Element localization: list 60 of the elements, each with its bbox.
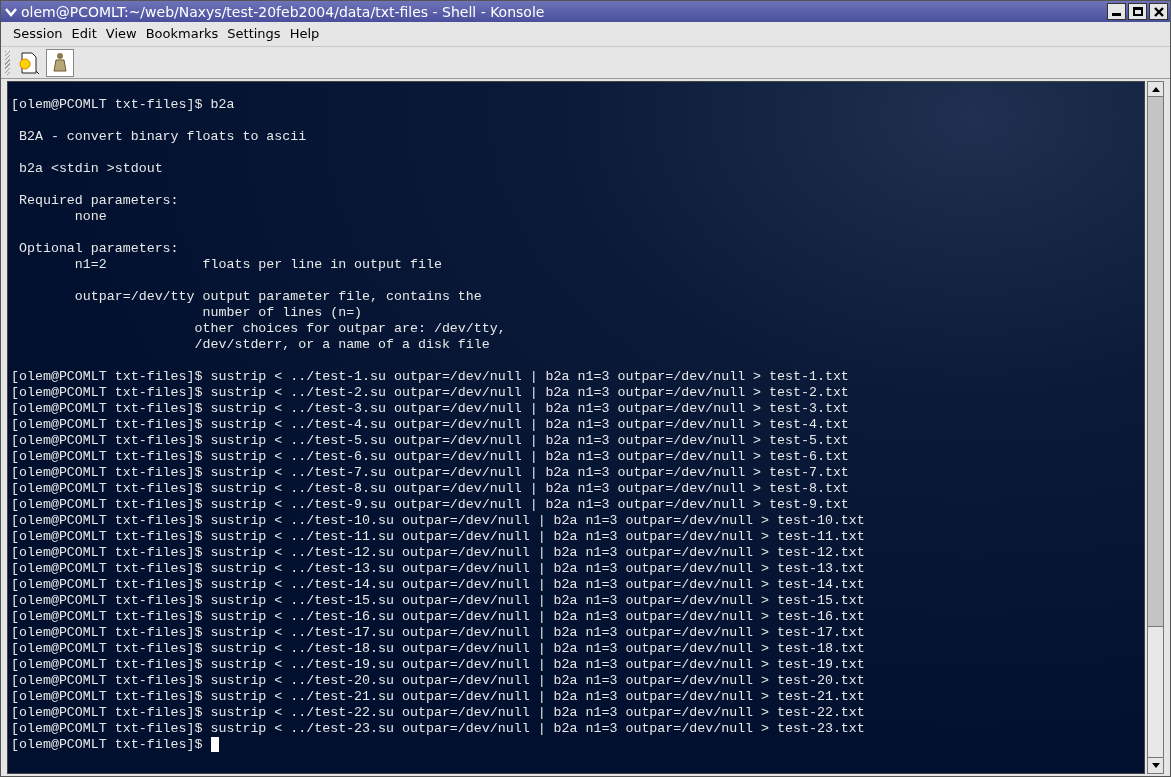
minimize-icon — [1112, 13, 1121, 16]
document-star-icon — [16, 50, 40, 75]
terminal-line: [olem@PCOMLT txt-files]$ sustrip < ../test-3.su outpar=/dev/null | b2a n1=3 outpar=/dev/null > test-3.txt — [11, 401, 849, 417]
terminal-line: [olem@PCOMLT txt-files]$ — [11, 737, 203, 753]
close-icon — [1153, 6, 1164, 17]
menu-item[interactable]: Bookmarks — [141, 22, 223, 46]
toolbar-grip — [5, 50, 10, 75]
terminal-line: [olem@PCOMLT txt-files]$ sustrip < ../test-8.su outpar=/dev/null | b2a n1=3 outpar=/dev/null > test-8.txt — [11, 481, 849, 497]
terminal-line: [olem@PCOMLT txt-files]$ sustrip < ../test-15.su outpar=/dev/null | b2a n1=3 outpar=/dev/null > test-15.txt — [11, 593, 865, 609]
terminal-line: [olem@PCOMLT txt-files]$ sustrip < ../test-11.su outpar=/dev/null | b2a n1=3 outpar=/dev/null > test-11.txt — [11, 529, 865, 545]
terminal-line: [olem@PCOMLT txt-files]$ sustrip < ../test-13.su outpar=/dev/null | b2a n1=3 outpar=/dev/null > test-13.txt — [11, 561, 865, 577]
terminal-line: b2a <stdin >stdout — [17, 161, 163, 177]
scroll-up-button[interactable] — [1148, 82, 1163, 97]
close-button[interactable] — [1149, 3, 1168, 20]
menu-item[interactable]: Settings — [223, 22, 285, 46]
bell-icon — [51, 51, 69, 74]
scrollbar[interactable] — [1147, 81, 1164, 774]
terminal-line: [olem@PCOMLT txt-files]$ b2a — [11, 97, 235, 113]
up-arrow-icon — [1151, 86, 1160, 92]
terminal-area[interactable] — [7, 81, 1145, 774]
terminal-line: [olem@PCOMLT txt-files]$ sustrip < ../test-10.su outpar=/dev/null | b2a n1=3 outpar=/dev/null > test-10.txt — [11, 513, 865, 529]
terminal-line: B2A - convert binary floats to ascii — [17, 129, 307, 145]
terminal-line: [olem@PCOMLT txt-files]$ sustrip < ../test-2.su outpar=/dev/null | b2a n1=3 outpar=/dev/null > test-2.txt — [11, 385, 849, 401]
scroll-down-button[interactable] — [1148, 758, 1163, 773]
terminal-line: none — [73, 209, 107, 225]
menu-item[interactable]: Help — [285, 22, 324, 46]
terminal-line: [olem@PCOMLT txt-files]$ sustrip < ../test-21.su outpar=/dev/null | b2a n1=3 outpar=/dev/null > test-21.txt — [11, 689, 865, 705]
terminal-line: [olem@PCOMLT txt-files]$ sustrip < ../test-18.su outpar=/dev/null | b2a n1=3 outpar=/dev/null > test-18.txt — [11, 641, 865, 657]
terminal-line: [olem@PCOMLT txt-files]$ sustrip < ../test-19.su outpar=/dev/null | b2a n1=3 outpar=/dev/null > test-19.txt — [11, 657, 865, 673]
bell-button[interactable] — [46, 48, 74, 77]
terminal-line: [olem@PCOMLT txt-files]$ sustrip < ../test-4.su outpar=/dev/null | b2a n1=3 outpar=/dev/null > test-4.txt — [11, 417, 849, 433]
terminal-line: [olem@PCOMLT txt-files]$ sustrip < ../test-5.su outpar=/dev/null | b2a n1=3 outpar=/dev/null > test-5.txt — [11, 433, 849, 449]
terminal-line: [olem@PCOMLT txt-files]$ sustrip < ../test-9.su outpar=/dev/null | b2a n1=3 outpar=/dev/null > test-9.txt — [11, 497, 849, 513]
terminal-line: Required parameters: — [17, 193, 179, 209]
terminal-line: [olem@PCOMLT txt-files]$ sustrip < ../test-12.su outpar=/dev/null | b2a n1=3 outpar=/dev/null > test-12.txt — [11, 545, 865, 561]
menu-item[interactable]: Session — [9, 22, 67, 46]
terminal-line: /dev/stderr, or a name of a disk file — [193, 337, 490, 353]
terminal-line: [olem@PCOMLT txt-files]$ sustrip < ../test-7.su outpar=/dev/null | b2a n1=3 outpar=/dev/null > test-7.txt — [11, 465, 849, 481]
terminal-line: [olem@PCOMLT txt-files]$ sustrip < ../test-14.su outpar=/dev/null | b2a n1=3 outpar=/dev/null > test-14.txt — [11, 577, 865, 593]
terminal-line: [olem@PCOMLT txt-files]$ sustrip < ../test-20.su outpar=/dev/null | b2a n1=3 outpar=/dev/null > test-20.txt — [11, 673, 865, 689]
terminal-line: Optional parameters: — [17, 241, 179, 257]
scrollbar-thumb[interactable] — [1148, 626, 1163, 758]
down-arrow-icon — [1151, 763, 1160, 768]
terminal-line: outpar=/dev/tty output parameter file, contains the — [73, 289, 482, 305]
text-cursor — [210, 737, 219, 752]
minimize-button[interactable] — [1107, 3, 1126, 20]
terminal-line: n1=2 floats per line in output file — [73, 257, 442, 273]
window-title: olem@PCOMLT:~/web/Naxys/test-20feb2004/data/txt-files - Shell - Konsole — [21, 4, 546, 19]
menu-item[interactable]: Edit — [67, 22, 101, 46]
terminal-line: [olem@PCOMLT txt-files]$ sustrip < ../test-23.su outpar=/dev/null | b2a n1=3 outpar=/dev/null > test-23.txt — [11, 721, 865, 737]
menu-item[interactable]: View — [101, 22, 141, 46]
terminal-line: [olem@PCOMLT txt-files]$ sustrip < ../test-22.su outpar=/dev/null | b2a n1=3 outpar=/dev/null > test-22.txt — [11, 705, 865, 721]
maximize-button[interactable] — [1128, 3, 1147, 20]
terminal-line: number of lines (n=) — [201, 305, 363, 321]
terminal-line: [olem@PCOMLT txt-files]$ sustrip < ../test-16.su outpar=/dev/null | b2a n1=3 outpar=/dev/null > test-16.txt — [11, 609, 865, 625]
terminal-line: [olem@PCOMLT txt-files]$ sustrip < ../test-6.su outpar=/dev/null | b2a n1=3 outpar=/dev/null > test-6.txt — [11, 449, 849, 465]
terminal-line: other choices for outpar are: /dev/tty, — [193, 321, 506, 337]
terminal-line: [olem@PCOMLT txt-files]$ sustrip < ../test-1.su outpar=/dev/null | b2a n1=3 outpar=/dev/null > test-1.txt — [11, 369, 849, 385]
maximize-icon — [1132, 7, 1143, 16]
terminal-line: [olem@PCOMLT txt-files]$ sustrip < ../test-17.su outpar=/dev/null | b2a n1=3 outpar=/dev/null > test-17.txt — [11, 625, 865, 641]
